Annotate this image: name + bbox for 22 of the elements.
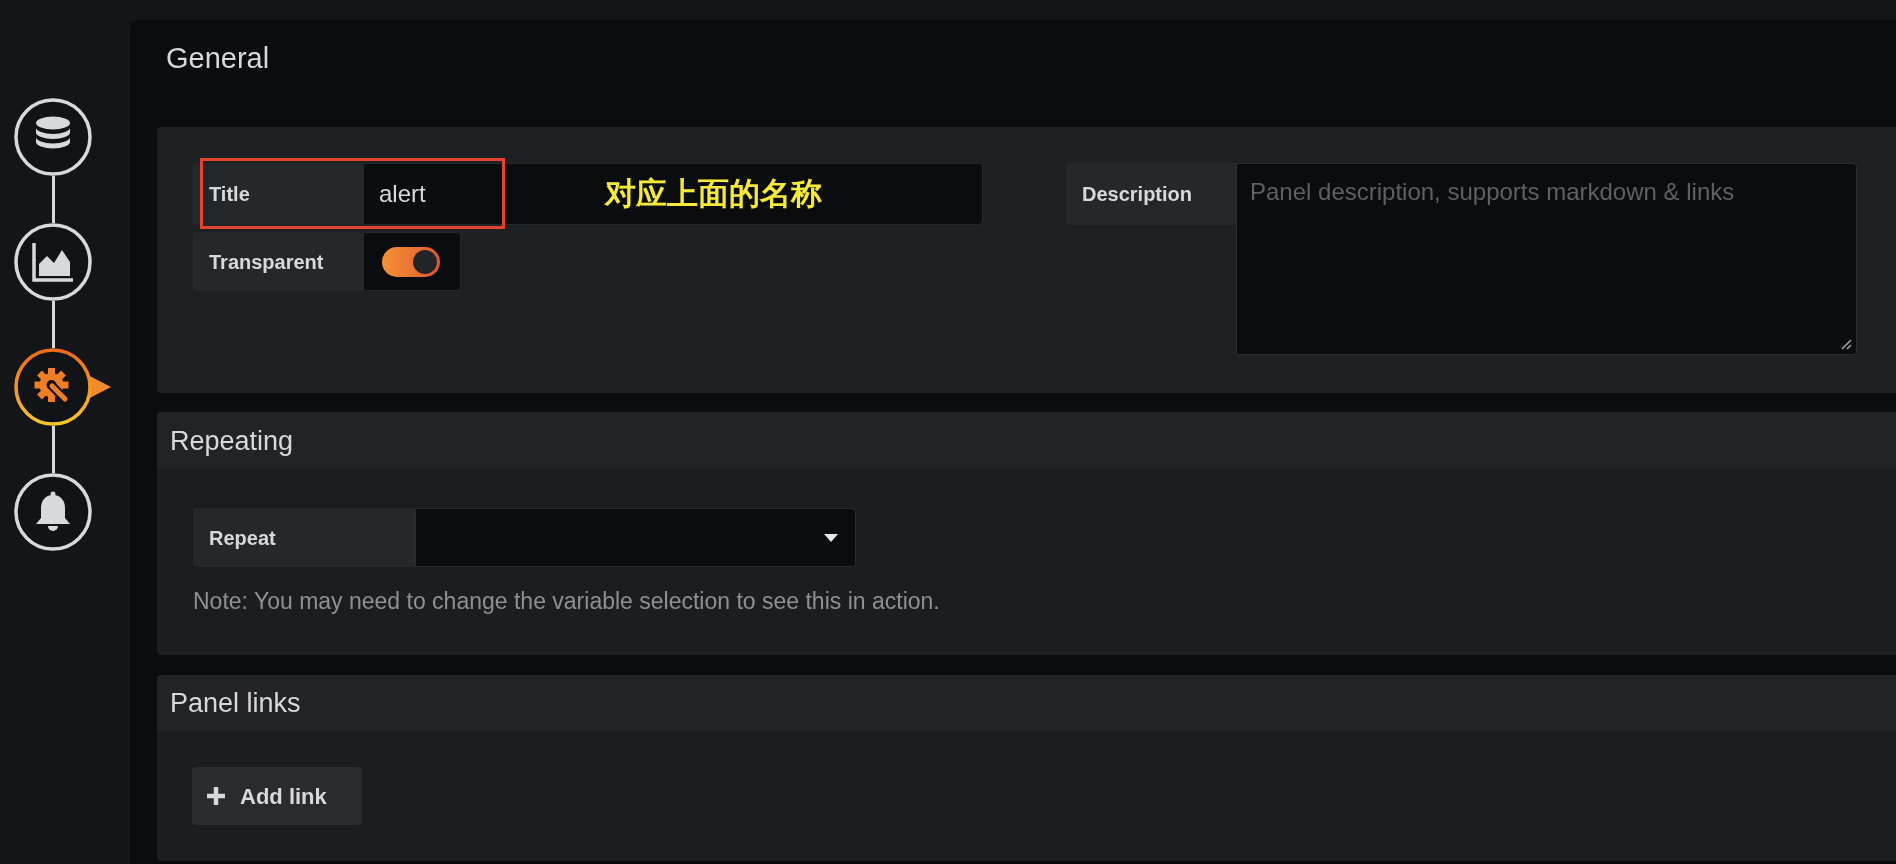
bell-icon[interactable] (14, 473, 92, 551)
gear-wrench-icon[interactable] (14, 348, 112, 426)
field-label: Title (193, 163, 363, 225)
section-title: Panel links (170, 686, 301, 720)
step-connector (52, 176, 55, 223)
section-title: Repeating (170, 424, 294, 458)
add-link-button[interactable]: Add link (192, 767, 362, 825)
field-label: Repeat (193, 508, 415, 567)
step-connector (52, 426, 55, 473)
database-icon[interactable] (14, 98, 92, 176)
field-label: Description (1066, 163, 1236, 225)
resize-handle-icon[interactable] (1841, 339, 1852, 350)
step-connector (52, 301, 55, 348)
page-title: General (166, 42, 270, 74)
caret-icon (824, 533, 838, 542)
field-label: Transparent (193, 232, 363, 291)
description-textarea[interactable]: Panel description, supports markdown & links (1236, 163, 1857, 355)
annotation-text: 对应上面的名称 (605, 175, 822, 213)
plus-icon (206, 786, 226, 806)
toggle-switch[interactable] (382, 246, 440, 277)
area-chart-icon[interactable] (14, 223, 92, 301)
note-text: Note: You may need to change the variable selection to see this in action. (193, 587, 940, 615)
